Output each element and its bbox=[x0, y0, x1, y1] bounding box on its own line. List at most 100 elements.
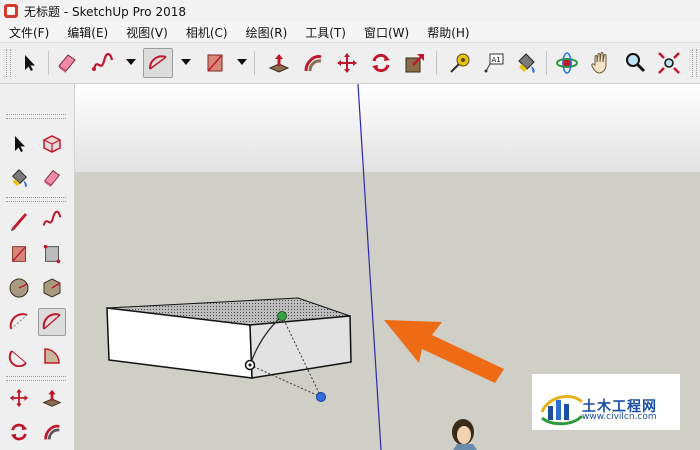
text-tool-button[interactable]: A1 bbox=[479, 48, 509, 78]
move-tool-button[interactable] bbox=[332, 48, 362, 78]
three-point-arc-icon bbox=[8, 350, 27, 367]
polygon-icon bbox=[43, 278, 61, 298]
rotate-tool-button[interactable] bbox=[366, 48, 396, 78]
make-component-tool-button[interactable] bbox=[38, 130, 66, 158]
arc-2pt-tool-button[interactable] bbox=[5, 308, 33, 336]
push-pull-icon bbox=[268, 54, 290, 73]
paint-bucket-icon bbox=[11, 169, 27, 188]
menu-draw[interactable]: 绘图(R) bbox=[237, 24, 297, 41]
select-tool-button[interactable] bbox=[14, 48, 44, 78]
arc-dropdown-icon[interactable] bbox=[181, 59, 191, 65]
arc-start-point-dot bbox=[248, 363, 252, 367]
rotated-rectangle-tool-button[interactable] bbox=[38, 240, 66, 268]
arc-center-tool-button[interactable] bbox=[38, 308, 66, 336]
zoom-extents-tool-button[interactable] bbox=[654, 48, 684, 78]
circle-icon bbox=[9, 278, 29, 298]
left-toolbar-grip[interactable] bbox=[6, 376, 66, 381]
arc-center-point-blue bbox=[316, 392, 326, 402]
freehand-dropdown-icon[interactable] bbox=[126, 59, 136, 65]
move-arrows-icon bbox=[337, 53, 357, 73]
toolbar-separator bbox=[546, 51, 547, 75]
eraser-icon bbox=[58, 54, 76, 73]
rectangle-tool-button[interactable] bbox=[200, 48, 230, 78]
menu-help[interactable]: 帮助(H) bbox=[418, 24, 478, 41]
circle-tool-button[interactable] bbox=[5, 274, 33, 302]
arc-3pt-tool-button[interactable] bbox=[5, 342, 33, 370]
tape-measure-icon bbox=[450, 53, 470, 73]
toolbar-separator bbox=[436, 51, 437, 75]
rotate-icon bbox=[372, 53, 390, 73]
toolbar-grip[interactable] bbox=[6, 49, 11, 77]
freehand-tool-button[interactable] bbox=[88, 48, 118, 78]
scale-figure-person bbox=[452, 419, 477, 450]
orange-pointer-arrow bbox=[384, 320, 504, 383]
arc-endpoint-green bbox=[277, 311, 287, 321]
blue-axis-line bbox=[357, 84, 382, 450]
eraser-tool-button[interactable] bbox=[52, 48, 82, 78]
paint-bucket-icon bbox=[518, 53, 535, 73]
orbit-icon bbox=[556, 52, 578, 74]
center-arc-icon bbox=[42, 313, 61, 330]
rotate-icon bbox=[10, 423, 28, 441]
rectangle-icon bbox=[12, 246, 26, 262]
box-model[interactable] bbox=[106, 297, 352, 379]
scale-tool-button[interactable] bbox=[400, 48, 430, 78]
line-tool-button[interactable] bbox=[5, 206, 33, 234]
select-arrow-icon bbox=[25, 55, 35, 71]
box-side-face bbox=[249, 315, 352, 379]
title-bar: 无标题 - SketchUp Pro 2018 bbox=[0, 0, 700, 23]
menu-view[interactable]: 视图(V) bbox=[117, 24, 177, 41]
left-toolbar-grip[interactable] bbox=[6, 114, 66, 119]
eraser-icon bbox=[44, 170, 60, 188]
menu-file[interactable]: 文件(F) bbox=[0, 24, 58, 41]
left-freehand-tool-button[interactable] bbox=[38, 206, 66, 234]
follow-me-icon bbox=[44, 424, 60, 440]
menu-camera[interactable]: 相机(C) bbox=[177, 24, 237, 41]
arc-tool-button[interactable] bbox=[143, 48, 173, 78]
move-arrows-icon bbox=[9, 388, 29, 408]
left-follow-me-tool-button[interactable] bbox=[38, 418, 66, 446]
svg-text:A1: A1 bbox=[492, 56, 501, 64]
rectangle-dropdown-icon[interactable] bbox=[237, 59, 247, 65]
text-label-icon: A1 bbox=[484, 53, 504, 73]
left-select-tool-button[interactable] bbox=[5, 130, 33, 158]
two-point-arc-icon bbox=[9, 313, 28, 330]
component-box-icon bbox=[43, 135, 61, 153]
rotated-rectangle-icon bbox=[43, 244, 61, 264]
push-pull-tool-button[interactable] bbox=[264, 48, 294, 78]
toolbar-grip[interactable] bbox=[692, 49, 697, 77]
orbit-tool-button[interactable] bbox=[552, 48, 582, 78]
follow-me-icon bbox=[304, 55, 322, 72]
tape-measure-tool-button[interactable] bbox=[445, 48, 475, 78]
arc-icon bbox=[149, 55, 167, 70]
civilcn-logo-icon bbox=[540, 395, 584, 426]
menu-edit[interactable]: 编辑(E) bbox=[58, 24, 117, 41]
left-toolbar-grip[interactable] bbox=[6, 197, 66, 202]
zoom-tool-button[interactable] bbox=[620, 48, 650, 78]
left-paint-bucket-tool-button[interactable] bbox=[5, 164, 33, 192]
left-move-tool-button[interactable] bbox=[5, 384, 33, 412]
left-eraser-tool-button[interactable] bbox=[38, 164, 66, 192]
pan-hand-icon bbox=[591, 52, 607, 74]
left-rotate-tool-button[interactable] bbox=[5, 418, 33, 446]
left-rectangle-tool-button[interactable] bbox=[5, 240, 33, 268]
menu-tools[interactable]: 工具(T) bbox=[296, 24, 355, 41]
pie-tool-button[interactable] bbox=[38, 342, 66, 370]
toolbar-separator bbox=[254, 51, 255, 75]
main-toolbar: A1 bbox=[0, 43, 700, 84]
freehand-curve-icon bbox=[92, 52, 114, 71]
rectangle-icon bbox=[207, 54, 223, 72]
toolbar-separator bbox=[48, 51, 49, 75]
pie-icon bbox=[44, 348, 60, 364]
magnifier-icon bbox=[626, 53, 646, 73]
paint-bucket-tool-button[interactable] bbox=[511, 48, 541, 78]
polygon-tool-button[interactable] bbox=[38, 274, 66, 302]
follow-me-tool-button[interactable] bbox=[298, 48, 328, 78]
select-arrow-icon bbox=[15, 136, 25, 152]
pan-tool-button[interactable] bbox=[586, 48, 616, 78]
freehand-curve-icon bbox=[42, 210, 62, 226]
menu-window[interactable]: 窗口(W) bbox=[355, 24, 418, 41]
left-toolbar bbox=[0, 84, 75, 450]
zoom-extents-icon bbox=[658, 52, 680, 74]
left-push-pull-tool-button[interactable] bbox=[38, 384, 66, 412]
